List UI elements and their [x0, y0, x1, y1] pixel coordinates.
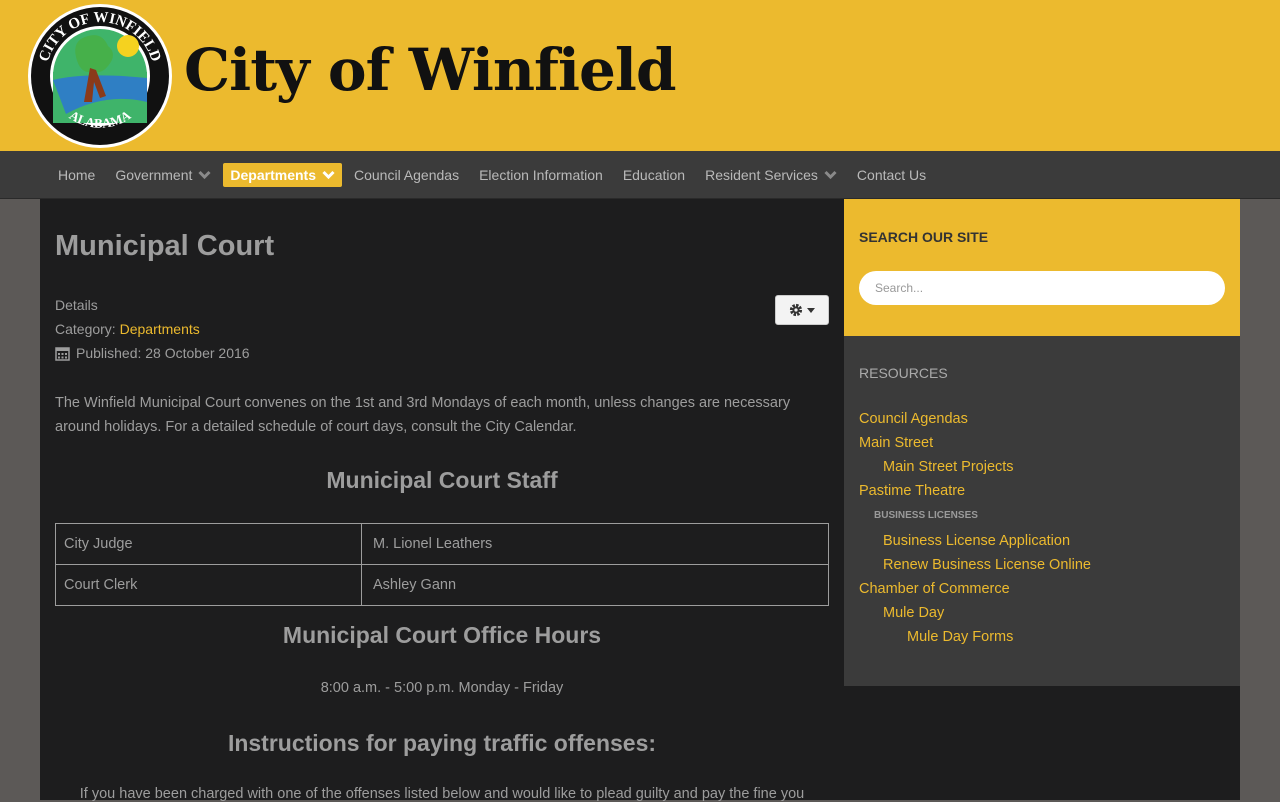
site-header: CITY OF WINFIELD ALABAMA City of Winfiel… [0, 0, 1280, 151]
resource-link-council-agendas[interactable]: Council Agendas [859, 411, 968, 427]
nav-item-contact-us[interactable]: Contact Us [847, 163, 936, 187]
hours-heading: Municipal Court Office Hours [282, 622, 602, 648]
caret-down-icon [807, 307, 815, 313]
category-link[interactable]: Departments [120, 321, 200, 337]
nav-item-government[interactable]: Government [105, 163, 221, 187]
search-input[interactable] [859, 271, 1225, 305]
staff-name: M. Lionel Leathers [361, 523, 829, 565]
table-row: Court Clerk Ashley Gann [55, 564, 829, 606]
nav-item-label: Resident Services [705, 167, 818, 183]
published-line: Published: 28 October 2016 [55, 345, 250, 361]
nav-item-label: Home [58, 167, 96, 183]
staff-table: City Judge M. Lionel Leathers Court Cler… [55, 523, 829, 606]
nav-item-election-information[interactable]: Election Information [469, 163, 613, 187]
nav-item-label: Election Information [479, 167, 603, 183]
resource-link-business-license-application[interactable]: Business License Application [883, 533, 1070, 549]
search-module: SEARCH OUR SITE [844, 199, 1240, 336]
nav-item-education[interactable]: Education [613, 163, 695, 187]
nav-item-resident-services[interactable]: Resident Services [695, 163, 847, 187]
gear-icon [789, 303, 803, 317]
resource-link-pastime-theatre[interactable]: Pastime Theatre [859, 483, 965, 499]
main-content [40, 199, 844, 800]
site-title[interactable]: City of Winfield [184, 30, 676, 110]
chevron-down-icon [824, 170, 837, 180]
details-label: Details [55, 297, 98, 313]
page-title: Municipal Court [55, 230, 275, 262]
category-label: Category: [55, 321, 116, 337]
resource-link-main-street-projects[interactable]: Main Street Projects [883, 459, 1014, 475]
nav-menu: Home Government Departments Council Agendas… [48, 163, 936, 187]
published-date: Published: 28 October 2016 [76, 345, 250, 361]
nav-item-label: Council Agendas [354, 167, 460, 183]
staff-name: Ashley Gann [361, 564, 829, 606]
nav-item-label: Government [115, 167, 193, 183]
intro-paragraph: The Winfield Municipal Court convenes on… [55, 395, 791, 435]
city-seal-logo[interactable]: CITY OF WINFIELD ALABAMA [26, 2, 174, 150]
nav-item-council-agendas[interactable]: Council Agendas [344, 163, 469, 187]
resource-link-mule-day-forms[interactable]: Mule Day Forms [907, 629, 1013, 645]
staff-role: City Judge [55, 523, 362, 565]
office-hours: 8:00 a.m. - 5:00 p.m. Monday - Friday [320, 680, 564, 696]
resources-section-label: BUSINESS LICENSES [874, 510, 978, 521]
chevron-down-icon [322, 170, 335, 180]
nav-item-label: Contact Us [856, 167, 927, 183]
nav-item-home[interactable]: Home [48, 163, 105, 187]
nav-item-label: Departments [230, 167, 316, 183]
resources-module: RESOURCES Council Agendas Main Street Main… [844, 336, 1240, 686]
staff-heading: Municipal Court Staff [326, 467, 558, 493]
instructions-heading: Instructions for paying traffic offenses… [227, 730, 657, 756]
resource-link-mule-day[interactable]: Mule Day [883, 605, 944, 621]
article-tools-button[interactable] [775, 295, 829, 325]
calendar-icon [55, 346, 70, 361]
search-module-title: SEARCH OUR SITE [859, 229, 989, 245]
nav-item-label: Education [622, 167, 686, 183]
nav-item-departments[interactable]: Departments [223, 163, 342, 187]
category-line: Category: Departments [55, 321, 200, 337]
resource-link-chamber-of-commerce[interactable]: Chamber of Commerce [859, 581, 1010, 597]
main-navigation: Home Government Departments Council Agendas… [0, 151, 1280, 199]
resources-module-title: RESOURCES [859, 365, 948, 381]
table-row: City Judge M. Lionel Leathers [55, 523, 829, 565]
chevron-down-icon [198, 170, 211, 180]
staff-role: Court Clerk [55, 564, 362, 606]
resource-link-renew-business-license-online[interactable]: Renew Business License Online [883, 557, 1091, 573]
resource-link-main-street[interactable]: Main Street [859, 435, 933, 451]
